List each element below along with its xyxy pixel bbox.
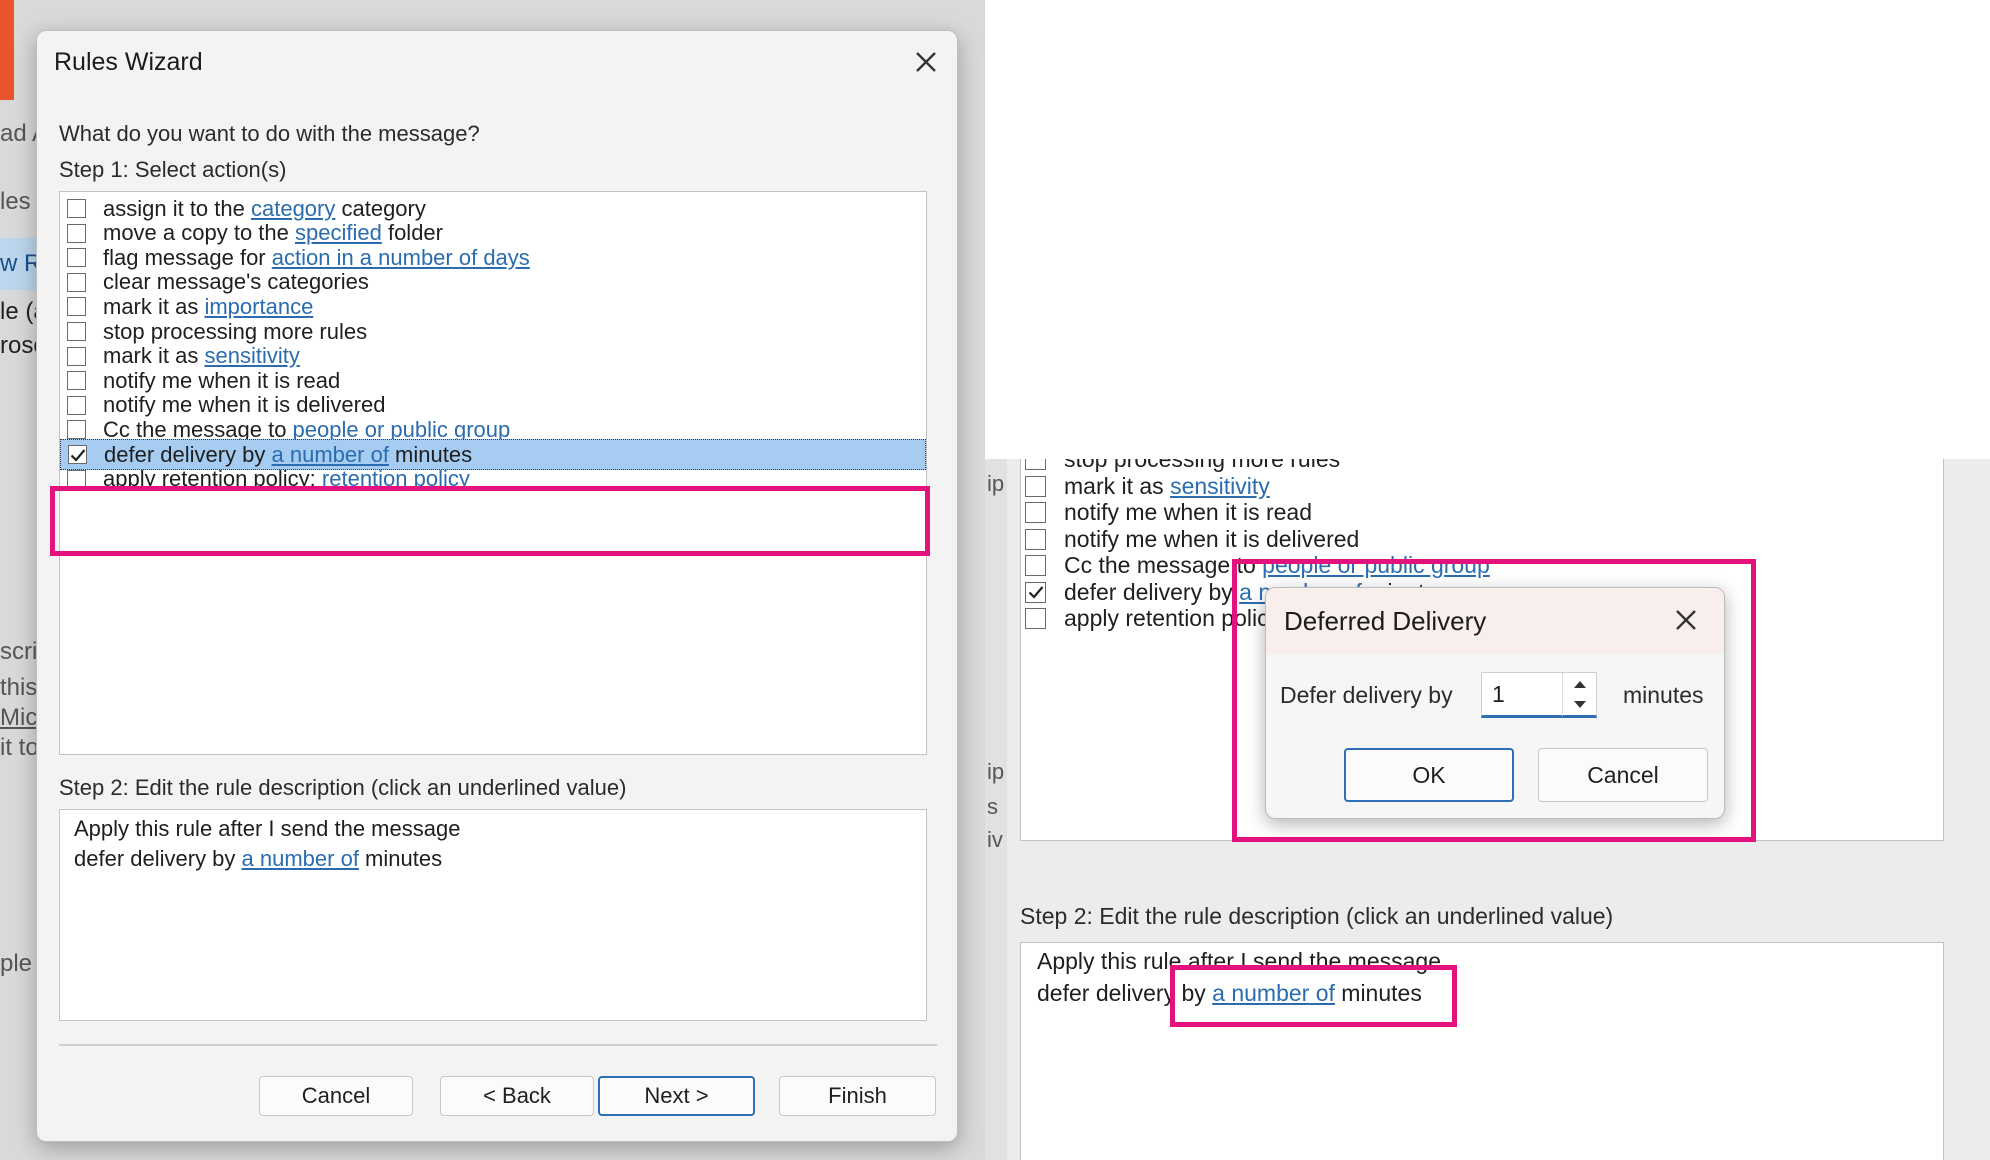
action-text: notify me when it is read: [1064, 499, 1313, 525]
checkbox[interactable]: [1025, 502, 1046, 523]
checkbox[interactable]: [67, 371, 86, 391]
rule-description-box-zoomed: Apply this rule after I send the message…: [1020, 942, 1944, 1160]
highlight-description-link: [1170, 965, 1457, 1027]
checkbox[interactable]: [67, 248, 86, 268]
back-button[interactable]: < Back: [440, 1076, 594, 1116]
checkbox[interactable]: [67, 346, 86, 366]
app-accent-strip: [0, 0, 14, 100]
checkbox[interactable]: [1025, 555, 1046, 576]
rules-wizard-dialog: Rules Wizard What do you want to do with…: [36, 30, 958, 1142]
action-text: mark it as: [1064, 472, 1171, 499]
checkbox[interactable]: [1025, 608, 1046, 629]
close-icon[interactable]: [909, 45, 943, 79]
action-text: notify me when it is delivered: [1064, 525, 1360, 552]
checkbox[interactable]: [1025, 475, 1046, 497]
bg-fragment: les: [0, 188, 31, 215]
checkbox-checked[interactable]: [1025, 581, 1046, 603]
new-rule-button-fragment[interactable]: w Ru: [0, 238, 55, 290]
checkbox[interactable]: [1025, 459, 1046, 470]
separator: [59, 1044, 937, 1046]
bg-fragment: this: [0, 674, 38, 701]
checkbox[interactable]: [67, 223, 86, 243]
bg-fragment: s: [987, 794, 998, 819]
step1-label: Step 1: Select action(s): [59, 157, 287, 182]
actions-listbox[interactable]: assign it to the category category move a…: [59, 191, 927, 755]
checkmark-icon: [1028, 586, 1043, 599]
cancel-button[interactable]: Cancel: [259, 1076, 413, 1116]
checkbox[interactable]: [67, 395, 86, 415]
question-label: What do you want to do with the message?: [59, 121, 480, 146]
action-text: defer delivery by: [1064, 578, 1240, 605]
description-line1: Apply this rule after I send the message: [74, 816, 461, 841]
checkbox-checked[interactable]: [68, 445, 87, 464]
step2-label-zoomed: Step 2: Edit the rule description (click…: [1020, 903, 1614, 929]
action-value-link[interactable]: sensitivity: [1170, 473, 1270, 499]
checkbox[interactable]: [67, 420, 86, 440]
next-button[interactable]: Next >: [598, 1076, 755, 1116]
dialog-title: Rules Wizard: [54, 48, 203, 76]
checkbox[interactable]: [1025, 528, 1046, 550]
checkbox[interactable]: [67, 199, 86, 218]
highlight-deferred-dialog: [1232, 559, 1756, 842]
description-line2: defer delivery by a number of minutes: [74, 846, 443, 871]
checkbox[interactable]: [67, 322, 86, 341]
rule-description-box: Apply this rule after I send the message…: [59, 809, 927, 1021]
highlight-selected-action: [50, 486, 930, 556]
number-of-minutes-link[interactable]: a number of: [242, 846, 359, 871]
bg-fragment: it to: [0, 734, 39, 761]
checkmark-icon: [70, 448, 85, 462]
bg-fragment: scri: [0, 638, 38, 665]
step2-label: Step 2: Edit the rule description (click…: [59, 775, 627, 800]
finish-button[interactable]: Finish: [779, 1076, 936, 1116]
bg-fragment: ip: [987, 759, 1005, 784]
checkbox[interactable]: [67, 272, 86, 292]
bg-fragment: iv: [987, 827, 1003, 852]
bg-fragment: ip: [987, 471, 1005, 496]
checkbox[interactable]: [67, 297, 86, 317]
